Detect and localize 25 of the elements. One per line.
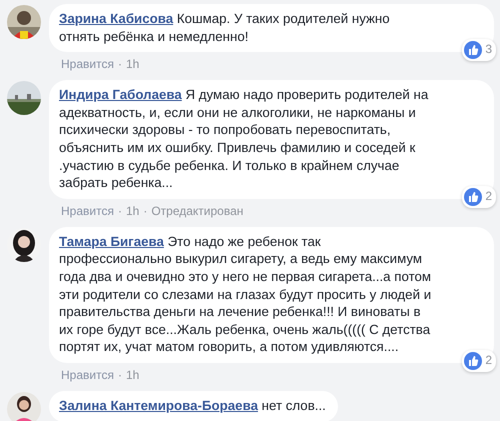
comment-text: Залина Кантемирова-Бораева нет слов... xyxy=(59,396,326,414)
author-link[interactable]: Залина Кантемирова-Бораева xyxy=(59,398,258,413)
comment-text: Зарина Кабисова Кошмар. У таких родителей нужно отнять ребёнка и немедленно! xyxy=(59,10,391,46)
reaction-count[interactable]: 2 xyxy=(462,350,496,372)
comment-time[interactable]: 1h xyxy=(126,366,140,383)
like-icon xyxy=(464,188,482,206)
separator-dot: · xyxy=(118,56,122,72)
comment-time[interactable]: 1h xyxy=(126,56,140,72)
like-icon xyxy=(464,352,482,370)
like-icon xyxy=(464,41,482,60)
like-link[interactable]: Нравится xyxy=(61,56,114,72)
separator-dot: · xyxy=(118,202,122,219)
reaction-count[interactable]: 3 xyxy=(462,39,496,62)
comment-time[interactable]: 1h xyxy=(126,202,140,219)
author-link[interactable]: Зарина Кабисова xyxy=(59,11,174,26)
separator-dot: · xyxy=(118,366,122,383)
reaction-count[interactable]: 2 xyxy=(462,186,496,208)
comment-text: Индира Габолаева Я думаю надо проверить родителей на адекватность, и, если они не алкоголики, не наркоманы и психически здоровы - то попробовать перевоспитать, объяснить им их ошибку. Привлечь фамилию и соседей к .участию в судьбе ребенка. И только в крайнем случае забрать ребенка... xyxy=(59,86,430,192)
comment-text: Тамара Бигаева Это надо же ребенок так профессионально выкурил сигарету, а ведь ему максимум года два и очевидно это у него не первая сигарета...а потом эти родители со слезами на глазах будут просить у людей и правительства деньги на лечение ребенка!!! И виноваты в их горе будут все...Жаль ребенка, очень жаль((((( С детства портят их, учат матом говорить, а потом удивляются.... xyxy=(59,232,432,356)
like-link[interactable]: Нравится xyxy=(61,202,114,219)
author-link[interactable]: Тамара Бигаева xyxy=(59,234,164,249)
edited-label[interactable]: Отредактирован xyxy=(151,202,244,219)
author-link[interactable]: Индира Габолаева xyxy=(59,87,182,102)
like-link[interactable]: Нравится xyxy=(61,366,114,383)
separator-dot: · xyxy=(143,202,148,219)
